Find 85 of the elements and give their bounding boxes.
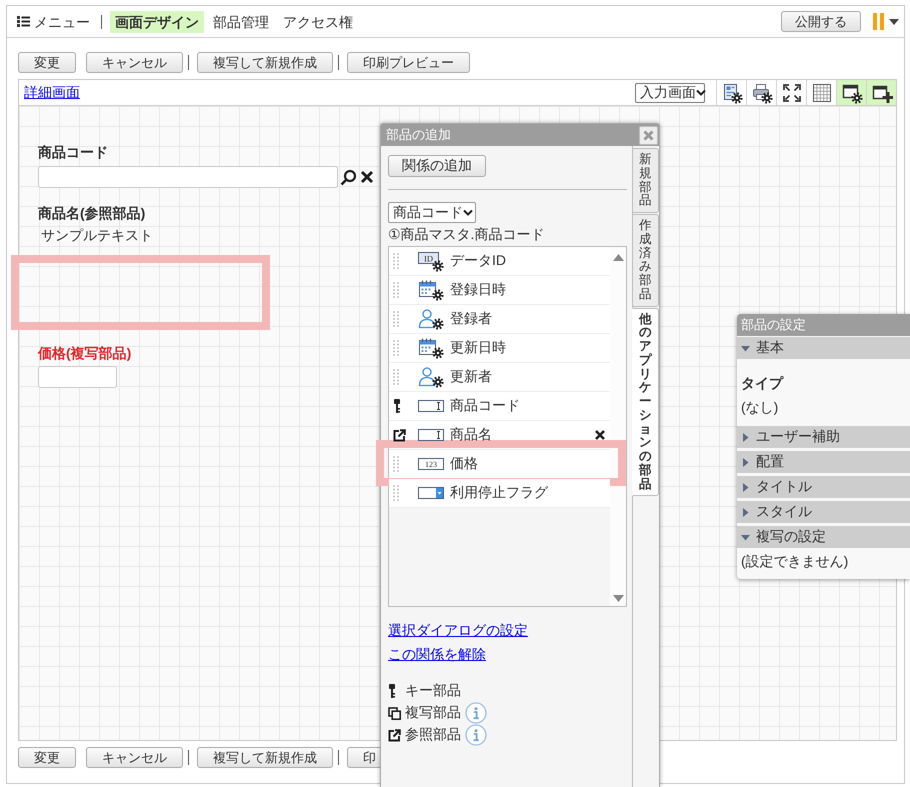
action-button[interactable]: 複写して新規作成 [197,52,333,73]
vertical-tab[interactable]: 新規部品 [632,148,658,213]
field-label: 価格(複写部品) [38,344,132,363]
calendar-gear-icon [417,337,445,359]
drag-handle-icon[interactable] [393,311,399,327]
part-list-item[interactable]: 利用停止フラグ [389,479,610,508]
calendar-gear-icon [417,279,445,301]
chevron-down-icon [696,89,706,96]
remove-icon[interactable] [594,429,606,441]
part-list-item[interactable]: 更新者 [389,363,610,392]
legend-label: 参照部品 [405,726,461,744]
dialog-title: 部品の追加 [386,126,451,144]
vertical-tab[interactable]: 作成済み部品 [632,214,658,306]
menu-button[interactable]: メニュー [17,12,90,30]
section-header[interactable]: タイトル [737,476,910,498]
copy-icon [388,706,401,720]
grid-icon [810,82,832,104]
panel-title: 部品の設定 [737,314,910,336]
section-header[interactable]: スタイル [737,501,910,523]
external-link-icon [388,728,401,742]
scroll-down-icon[interactable] [612,595,624,602]
drag-handle-icon[interactable] [393,282,399,298]
chevron-down-icon [463,209,473,216]
scrollbar[interactable] [610,247,626,606]
screen-select[interactable]: 入力画面 [635,82,705,102]
info-icon[interactable] [465,702,487,724]
input-field[interactable] [38,166,338,188]
dialog-link[interactable]: 選択ダイアログの設定 [388,621,528,639]
action-button[interactable]: 複写して新規作成 [197,747,333,768]
action-button[interactable]: 印刷プレビュー [347,52,470,73]
field-value: サンプルテキスト [40,226,153,245]
input-field[interactable] [38,366,117,388]
section-header[interactable]: 基本 [737,337,910,359]
section-header[interactable]: ユーザー補助 [737,426,910,448]
part-list-item[interactable]: 商品コード [389,392,610,421]
action-button[interactable]: 変更 [18,52,76,73]
menu-icon [17,16,30,27]
key-icon [388,684,396,698]
action-button[interactable]: キャンセル [86,52,183,73]
drag-handle-icon[interactable] [393,369,399,385]
legend-label: 複写部品 [405,704,461,722]
user-gear-icon [417,366,445,388]
search-icon[interactable] [340,168,357,186]
drag-handle-icon[interactable] [393,485,399,501]
property-value: (設定できません) [741,552,848,571]
action-button[interactable]: 変更 [18,747,76,768]
publish-button[interactable]: 公開する [781,11,861,32]
close-icon [643,130,654,141]
part-list-item[interactable]: 123 価格 [389,450,610,479]
user-gear-icon [417,308,445,330]
add-relation-button[interactable]: 関係の追加 [388,155,486,177]
scroll-up-icon[interactable] [612,254,624,261]
field-label: 商品名(参照部品) [38,204,146,223]
expand-icon [780,82,802,104]
tool-button[interactable] [746,80,776,105]
info-icon[interactable] [465,724,487,746]
drag-handle-icon[interactable] [393,340,399,356]
nav-tab[interactable]: 画面デザイン [110,10,204,32]
drag-handle-icon[interactable] [393,456,399,472]
action-button[interactable]: キャンセル [86,747,183,768]
relation-path: ①商品マスタ.商品コード [388,225,544,243]
section-header[interactable]: 配置 [737,451,910,473]
nav-tab[interactable]: 部品管理 [208,10,274,32]
vertical-tab[interactable]: 他のアプリケーションの部品 [632,308,658,496]
tool-button[interactable] [836,80,866,105]
close-button[interactable] [639,126,658,145]
relation-select[interactable]: 商品コード [388,202,476,223]
part-list-item[interactable]: ID データID [389,247,610,276]
drag-handle-icon[interactable] [393,253,399,269]
dialog-link[interactable]: この関係を解除 [388,645,486,663]
property-value: (なし) [741,398,778,417]
field-label: 商品コード [38,143,108,162]
part-list-item[interactable]: 更新日時 [389,334,610,363]
pause-icon[interactable] [873,13,884,30]
tool-button[interactable] [716,80,746,105]
property-label: タイプ [741,374,783,393]
part-list-item[interactable]: 登録者 [389,305,610,334]
detail-screen-link[interactable]: 詳細画面 [24,84,80,102]
caret-icon[interactable] [889,18,899,24]
tool-button[interactable] [866,80,896,105]
part-list-item[interactable]: 登録日時 [389,276,610,305]
section-header[interactable]: 複写の設定 [737,526,910,548]
legend-label: キー部品 [405,682,461,700]
clear-icon[interactable] [360,170,374,184]
nav-tab[interactable]: アクセス権 [278,10,358,32]
